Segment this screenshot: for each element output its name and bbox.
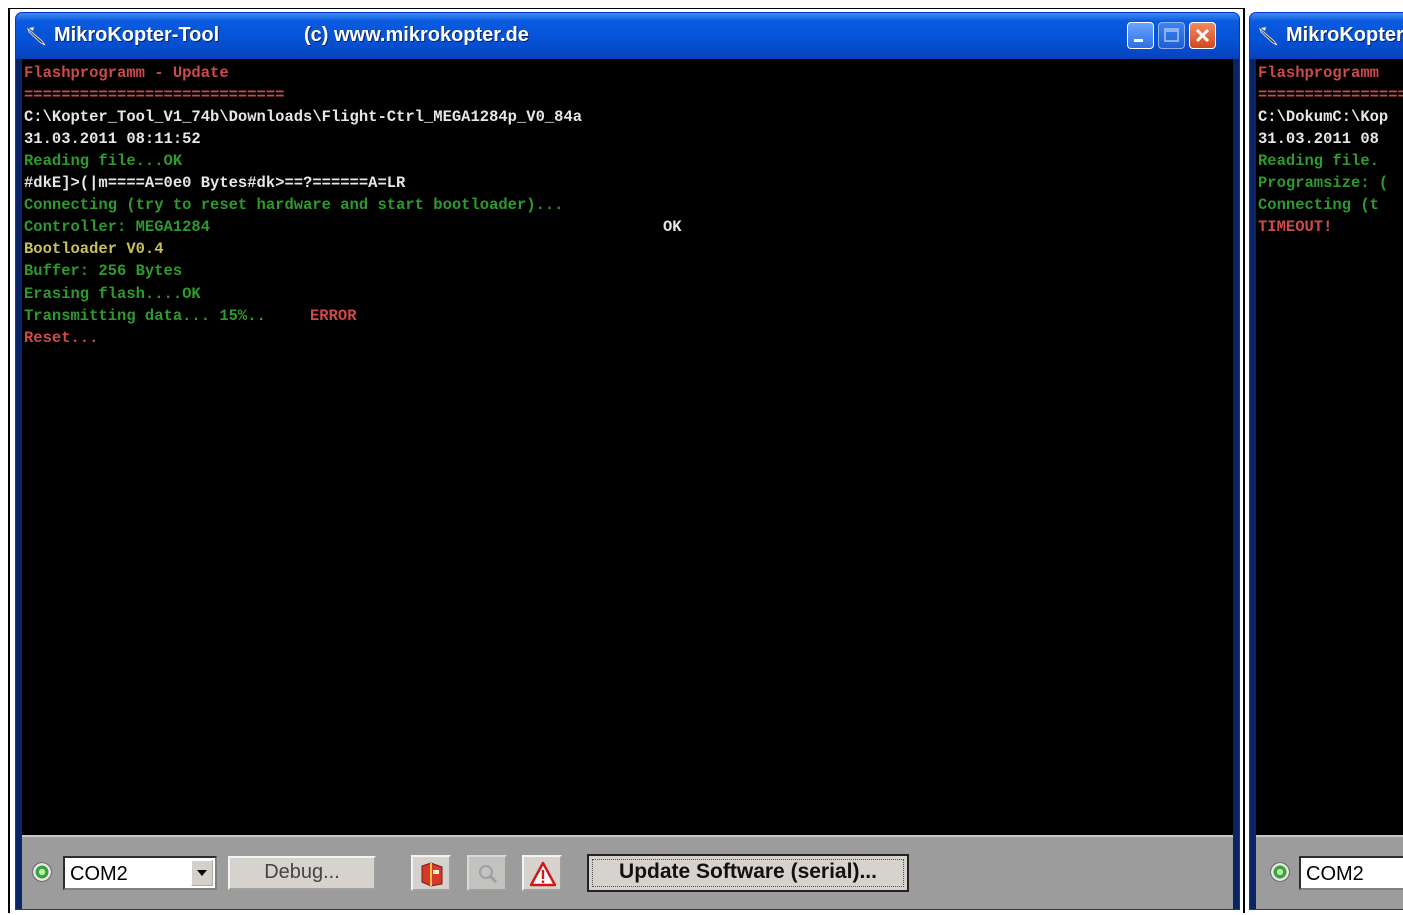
console-line: C:\Kopter_Tool_V1_74b\Downloads\Flight-C… bbox=[24, 108, 583, 126]
app-icon bbox=[1258, 27, 1278, 46]
console-line: Buffer: 256 Bytes bbox=[24, 262, 183, 280]
console-line: ================== bbox=[1258, 86, 1403, 104]
console-line: Connecting (try to reset hardware and st… bbox=[24, 196, 564, 214]
console-line: Flashprogramm - Update bbox=[24, 64, 229, 82]
console-line: Reset... bbox=[24, 329, 99, 347]
connection-led-icon bbox=[1270, 862, 1290, 882]
bottom-toolbar-2: COM2 bbox=[1256, 835, 1403, 909]
search-button[interactable] bbox=[467, 855, 507, 891]
dropdown-arrow-icon bbox=[197, 870, 207, 876]
console-line: ============================ bbox=[24, 86, 285, 104]
mikrokopter-tool-window-2: MikroKopter Flashprogramm ==============… bbox=[1249, 12, 1403, 910]
console-line: Controller: MEGA1284 bbox=[24, 218, 211, 236]
title-bar[interactable]: MikroKopter-Tool (c) www.mikrokopter.de bbox=[16, 13, 1239, 59]
console-line: TIMEOUT! bbox=[1258, 218, 1333, 236]
warning-icon bbox=[530, 861, 556, 887]
console-line: Connecting (t bbox=[1258, 196, 1379, 214]
connection-led-icon bbox=[32, 862, 52, 882]
console-error-label: ERROR bbox=[310, 307, 357, 325]
window-title-2: MikroKopter bbox=[1286, 24, 1403, 46]
console-line: 31.03.2011 08 bbox=[1258, 130, 1379, 148]
close-button[interactable] bbox=[1189, 22, 1216, 49]
maximize-icon bbox=[1164, 28, 1179, 42]
window-title: MikroKopter-Tool bbox=[54, 24, 220, 46]
console-line: Flashprogramm bbox=[1258, 64, 1379, 82]
console-line: Reading file...OK bbox=[24, 152, 183, 170]
com-port-select[interactable]: COM2 bbox=[63, 856, 217, 890]
red-book-icon bbox=[421, 862, 443, 887]
page-frame-left bbox=[8, 8, 10, 913]
console-line: #dkE]>(|m====A=0e0 Bytes#dk>==?======A=L… bbox=[24, 174, 406, 192]
page-frame-divider bbox=[1243, 8, 1245, 913]
console-line: Programsize: ( bbox=[1258, 174, 1389, 192]
dropdown-arrow-button[interactable] bbox=[191, 860, 213, 886]
console-line: Transmitting data... 15%.. bbox=[24, 307, 266, 325]
console-line: C:\DokumC:\Kop bbox=[1258, 108, 1389, 126]
bottom-toolbar: COM2 Debug... Update Software (serial)..… bbox=[22, 835, 1233, 909]
close-icon bbox=[1195, 28, 1210, 43]
com-port-value: COM2 bbox=[70, 863, 128, 885]
open-file-button[interactable] bbox=[411, 855, 451, 891]
title-bar-2[interactable]: MikroKopter bbox=[1250, 13, 1403, 59]
maximize-button[interactable] bbox=[1158, 22, 1185, 49]
window-subtitle: (c) www.mikrokopter.de bbox=[304, 24, 529, 46]
warning-button[interactable] bbox=[522, 855, 562, 891]
console-line: Reading file. bbox=[1258, 152, 1379, 170]
console-output-2[interactable]: Flashprogramm ================== C:\Doku… bbox=[1256, 59, 1403, 835]
console-output[interactable]: Flashprogramm - Update =================… bbox=[22, 59, 1233, 835]
console-line: Erasing flash....OK bbox=[24, 285, 201, 303]
minimize-icon bbox=[1134, 39, 1143, 42]
update-software-button[interactable]: Update Software (serial)... bbox=[587, 854, 909, 892]
app-icon bbox=[26, 27, 46, 46]
com-port-value-2: COM2 bbox=[1306, 863, 1364, 885]
page-frame-top bbox=[8, 8, 1244, 9]
search-icon bbox=[479, 865, 498, 884]
debug-button[interactable]: Debug... bbox=[228, 856, 376, 890]
console-line: Bootloader V0.4 bbox=[24, 240, 164, 258]
com-port-select-2[interactable]: COM2 bbox=[1299, 856, 1403, 890]
mikrokopter-tool-window: MikroKopter-Tool (c) www.mikrokopter.de … bbox=[15, 12, 1240, 910]
console-line: 31.03.2011 08:11:52 bbox=[24, 130, 201, 148]
console-ok-status: OK bbox=[663, 218, 682, 236]
minimize-button[interactable] bbox=[1127, 22, 1154, 49]
